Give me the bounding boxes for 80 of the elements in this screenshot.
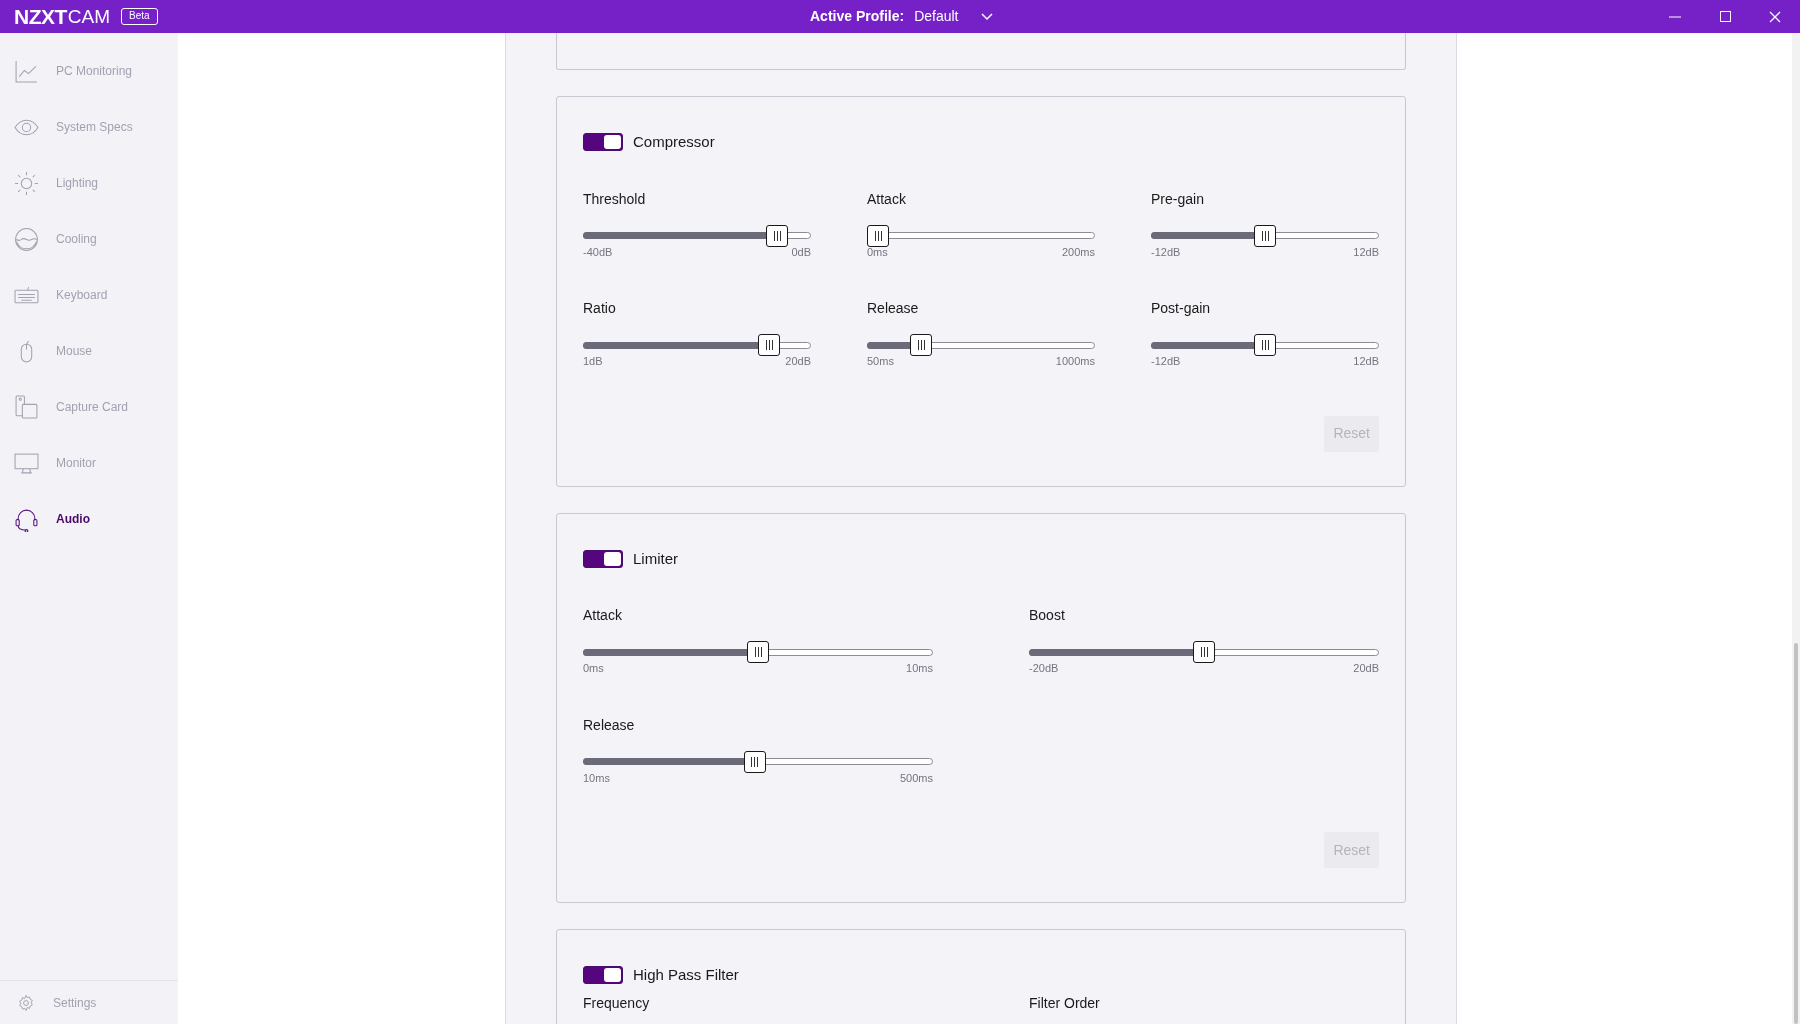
slider-max-label: 1000ms xyxy=(1055,354,1095,369)
slider-min-label: 50ms xyxy=(867,354,894,369)
headset-icon xyxy=(14,506,39,532)
slider-max-label: 10ms xyxy=(906,661,933,676)
slider-thumb[interactable] xyxy=(747,641,769,663)
slider-max-label: 0dB xyxy=(791,244,811,260)
panel-title: Compressor xyxy=(633,132,715,152)
slider[interactable] xyxy=(583,750,933,773)
water-gauge-icon xyxy=(14,226,39,252)
slider-thumb[interactable] xyxy=(1193,641,1215,663)
sidebar-item[interactable]: Cooling xyxy=(0,211,178,267)
slider-label: Filter Order xyxy=(1029,993,1101,1013)
sidebar-item[interactable]: System Specs xyxy=(0,99,178,155)
sidebar-item[interactable]: Mouse xyxy=(0,323,178,379)
panel-title: High Pass Filter xyxy=(633,965,739,985)
maximize-icon xyxy=(1719,11,1731,22)
slider-label: Frequency xyxy=(583,993,651,1013)
sidebar-item[interactable]: Keyboard xyxy=(0,267,178,323)
slider-min-label: 0ms xyxy=(583,661,604,676)
panel-title: Limiter xyxy=(633,548,678,569)
slider-min-label: -40dB xyxy=(583,244,613,260)
toggle-switch[interactable] xyxy=(583,966,623,985)
slider-thumb[interactable] xyxy=(910,334,933,356)
slider[interactable] xyxy=(867,334,1095,356)
slider-thumb[interactable] xyxy=(1254,224,1276,247)
slider-max-label: 200ms xyxy=(1061,244,1095,260)
toggle-switch[interactable] xyxy=(583,549,623,568)
slider-label: Pre-gain xyxy=(1151,189,1205,209)
slider-label: Release xyxy=(867,299,920,318)
slider[interactable] xyxy=(867,224,1095,247)
slider[interactable] xyxy=(1151,224,1379,247)
close-icon xyxy=(1769,10,1781,23)
slider-min-label: 1dB xyxy=(583,354,603,369)
sidebar-item[interactable]: PC Monitoring xyxy=(0,43,178,99)
sidebar-item[interactable]: Capture Card xyxy=(0,379,178,435)
app-name: CAM xyxy=(67,7,110,26)
slider-min-label: -12dB xyxy=(1151,354,1181,369)
sidebar-item[interactable]: Monitor xyxy=(0,435,178,491)
app-logo: NZXT xyxy=(14,6,67,27)
slider-max-label: 500ms xyxy=(899,770,933,786)
slider-label: Attack xyxy=(583,606,623,625)
slider[interactable] xyxy=(1029,641,1379,663)
sidebar-item[interactable]: Lighting xyxy=(0,155,178,211)
slider-label: Post-gain xyxy=(1151,299,1212,318)
sun-icon xyxy=(14,170,39,196)
chart-icon xyxy=(14,58,39,84)
slider-min-label: -12dB xyxy=(1151,244,1181,260)
slider-label: Boost xyxy=(1029,606,1066,625)
slider-max-label: 12dB xyxy=(1353,354,1379,369)
profile-dropdown[interactable]: Default xyxy=(914,6,993,27)
slider-max-label: 20dB xyxy=(1353,661,1379,676)
scrollbar-thumb[interactable] xyxy=(1794,643,1798,1024)
slider-min-label: 0ms xyxy=(867,244,888,260)
slider-max-label: 12dB xyxy=(1353,244,1379,260)
monitor-icon xyxy=(14,450,39,476)
slider-thumb[interactable] xyxy=(758,334,781,356)
slider[interactable] xyxy=(1151,334,1379,356)
slider-min-label: 10ms xyxy=(583,770,610,786)
chevron-down-icon xyxy=(980,12,993,21)
capture-card-icon xyxy=(14,394,39,420)
slider-thumb[interactable] xyxy=(867,224,889,247)
sidebar-item[interactable]: Audio xyxy=(0,491,178,547)
slider-max-label: 20dB xyxy=(785,354,811,369)
profile-label: Active Profile: xyxy=(810,7,905,26)
slider[interactable] xyxy=(583,641,933,663)
settings-item[interactable]: Settings xyxy=(0,993,97,1012)
slider-thumb[interactable] xyxy=(1254,334,1276,356)
slider-min-label: -20dB xyxy=(1029,661,1059,676)
minimize-icon xyxy=(1669,15,1681,18)
slider-thumb[interactable] xyxy=(766,224,789,247)
slider-label: Threshold xyxy=(583,189,647,209)
slider-label: Ratio xyxy=(583,299,617,318)
toggle-switch[interactable] xyxy=(583,133,623,152)
slider[interactable] xyxy=(583,224,811,247)
slider-label: Attack xyxy=(867,189,907,209)
beta-badge: Beta xyxy=(120,8,158,25)
slider[interactable] xyxy=(583,334,811,356)
slider-thumb[interactable] xyxy=(743,750,766,773)
settings-icon xyxy=(17,993,35,1012)
slider-label: Release xyxy=(583,715,636,735)
